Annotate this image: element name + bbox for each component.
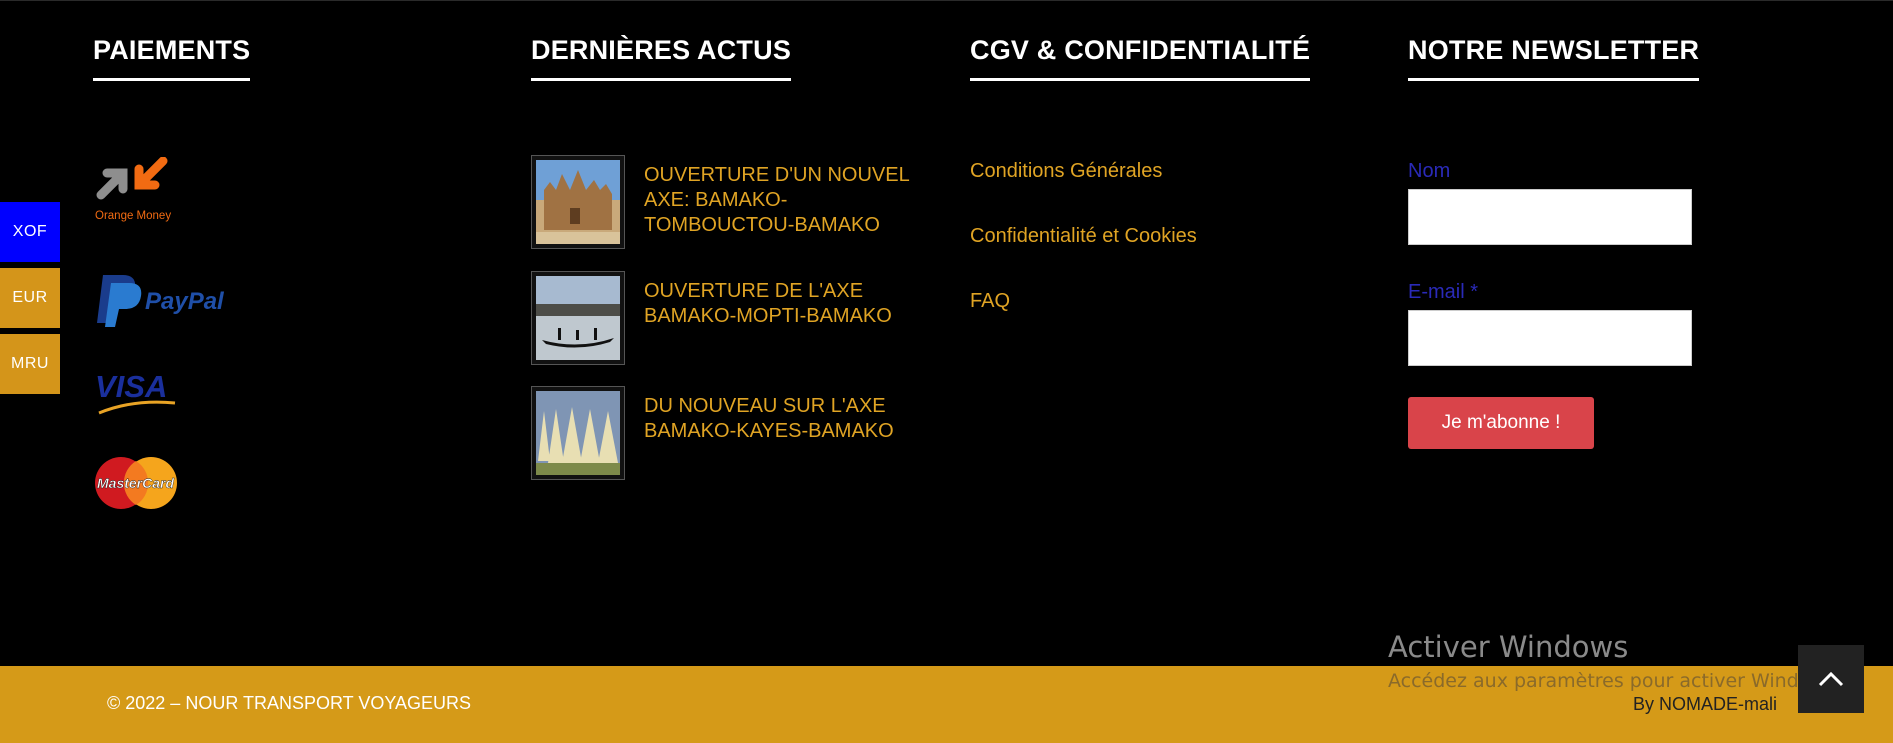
link-confidentialite-cookies[interactable]: Confidentialité et Cookies: [970, 225, 1197, 248]
news-item: OUVERTURE D'UN NOUVEL AXE: BAMAKO-TOMBOU…: [531, 155, 931, 250]
news-link[interactable]: OUVERTURE DE L'AXE BAMAKO-MOPTI-BAMAKO: [644, 279, 934, 329]
email-label: E-mail *: [1408, 281, 1479, 303]
cgv-column: CGV & CONFIDENTIALITÉ: [970, 35, 1311, 81]
mosque-thumbnail[interactable]: [531, 155, 625, 249]
mastercard-text: MasterCard: [97, 475, 174, 491]
cgv-title: CGV & CONFIDENTIALITÉ: [970, 35, 1311, 81]
news-link[interactable]: OUVERTURE D'UN NOUVEL AXE: BAMAKO-TOMBOU…: [644, 163, 934, 238]
windows-activation-subtitle: Accédez aux paramètres pour activer Wind…: [1388, 670, 1842, 692]
news-link[interactable]: DU NOUVEAU SUR L'AXE BAMAKO-KAYES-BAMAKO: [644, 394, 934, 444]
news-item: DU NOUVEAU SUR L'AXE BAMAKO-KAYES-BAMAKO: [531, 386, 931, 481]
footer-widgets: PAIEMENTS DERNIÈRES ACTUS CGV & CONFIDEN…: [0, 0, 1893, 666]
news-column: DERNIÈRES ACTUS: [531, 35, 792, 81]
link-conditions-generales[interactable]: Conditions Générales: [970, 160, 1162, 183]
windows-activation-title: Activer Windows: [1388, 630, 1629, 664]
mastercard-logo: MasterCard: [95, 457, 177, 509]
newsletter-column: NOTRE NEWSLETTER: [1408, 35, 1700, 81]
payments-title: PAIEMENTS: [93, 35, 251, 81]
newsletter-title: NOTRE NEWSLETTER: [1408, 35, 1700, 81]
name-input[interactable]: [1408, 189, 1692, 245]
back-to-top-button[interactable]: [1798, 645, 1864, 713]
name-label: Nom: [1408, 160, 1451, 182]
news-item: OUVERTURE DE L'AXE BAMAKO-MOPTI-BAMAKO: [531, 271, 931, 366]
paypal-logo: PayPal: [97, 275, 225, 327]
monument-thumbnail[interactable]: [531, 386, 625, 480]
currency-xof[interactable]: XOF: [0, 202, 60, 262]
currency-eur[interactable]: EUR: [0, 268, 60, 328]
orange-money-logo: Orange Money: [95, 157, 171, 222]
credit-text: By NOMADE-mali: [1632, 694, 1777, 714]
visa-logo: VISA: [95, 369, 176, 415]
news-title: DERNIÈRES ACTUS: [531, 35, 792, 81]
copyright-text: © 2022 – NOUR TRANSPORT VOYAGEURS: [107, 693, 472, 713]
link-faq[interactable]: FAQ: [970, 290, 1010, 313]
email-input[interactable]: [1408, 310, 1692, 366]
chevron-up-icon: [1818, 671, 1844, 687]
paypal-text: PayPal: [145, 288, 225, 315]
orange-money-text: Orange Money: [95, 210, 171, 222]
visa-text: VISA: [95, 369, 167, 404]
river-boat-thumbnail[interactable]: [531, 271, 625, 365]
subscribe-button[interactable]: Je m'abonne !: [1408, 397, 1594, 449]
currency-mru[interactable]: MRU: [0, 334, 60, 394]
payments-column: PAIEMENTS: [93, 35, 251, 81]
